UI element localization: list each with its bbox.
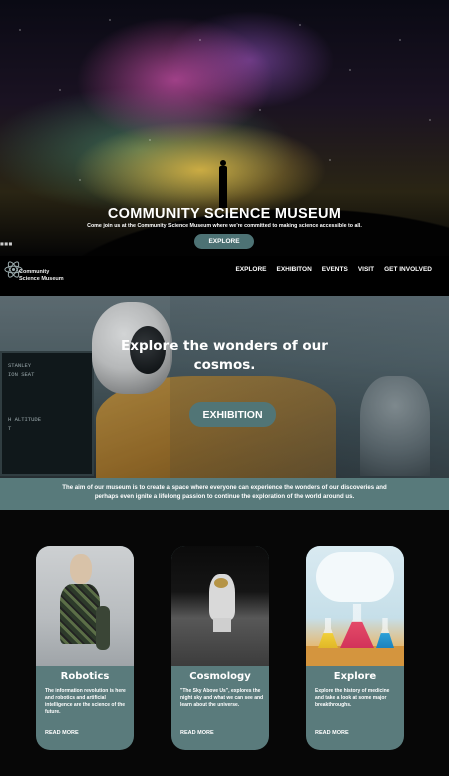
logo-line-1: Community bbox=[19, 269, 50, 275]
card-explore[interactable]: Explore Explore the history of medicine … bbox=[306, 546, 404, 750]
hero-banner: COMMUNITY SCIENCE MUSEUM Come join us at… bbox=[0, 0, 449, 256]
nav-link-visit[interactable]: VISIT bbox=[358, 266, 374, 273]
feature-title: Explore the wonders of our cosmos. bbox=[121, 338, 328, 373]
moon-astronaut-image bbox=[171, 546, 269, 666]
read-more-link[interactable]: READ MORE bbox=[315, 730, 349, 736]
exhibition-button[interactable]: EXHIBITION bbox=[189, 402, 276, 427]
robot-image bbox=[36, 546, 134, 666]
hero-title: COMMUNITY SCIENCE MUSEUM bbox=[107, 206, 342, 222]
hero-subtitle: Come join us at the Community Science Mu… bbox=[87, 223, 362, 229]
nav-link-explore[interactable]: EXPLORE bbox=[235, 266, 266, 273]
nav-link-events[interactable]: EVENTS bbox=[322, 266, 348, 273]
logo-line-2: Science Museum bbox=[19, 276, 64, 282]
feature-astronaut-banner: STANLEY ION SEAT H ALTITUDE T bbox=[0, 296, 449, 478]
nav-link-get-involved[interactable]: GET INVOLVED bbox=[384, 266, 432, 273]
explore-button[interactable]: EXPLORE bbox=[194, 234, 254, 249]
mission-text: The aim of our museum is to create a spa… bbox=[62, 484, 387, 500]
lab-flasks-image bbox=[306, 546, 404, 666]
logo-text[interactable]: Community Science Museum bbox=[19, 269, 64, 283]
card-title: Explore bbox=[333, 671, 377, 682]
card-cosmology[interactable]: Cosmology "The Sky Above Us", explores t… bbox=[171, 546, 269, 750]
card-description: The information revolution is here and r… bbox=[45, 688, 126, 715]
carousel-dots-icon[interactable]: ■■■ bbox=[0, 241, 13, 246]
read-more-link[interactable]: READ MORE bbox=[45, 730, 79, 736]
mission-statement: The aim of our museum is to create a spa… bbox=[0, 478, 449, 510]
card-title: Cosmology bbox=[189, 671, 251, 682]
person-silhouette-image bbox=[219, 160, 227, 208]
read-more-link[interactable]: READ MORE bbox=[180, 730, 214, 736]
nav-link-exhibition[interactable]: EXHIBITON bbox=[277, 266, 312, 273]
card-robotics[interactable]: Robotics The information revolution is h… bbox=[36, 546, 134, 750]
card-title: Robotics bbox=[60, 671, 110, 682]
card-description: "The Sky Above Us", explores the night s… bbox=[180, 688, 264, 708]
card-description: Explore the history of medicine and take… bbox=[315, 688, 390, 708]
nav-links: EXPLORE EXHIBITON EVENTS VISIT GET INVOL… bbox=[235, 266, 432, 273]
main-navbar: Community Science Museum EXPLORE EXHIBIT… bbox=[0, 256, 449, 296]
